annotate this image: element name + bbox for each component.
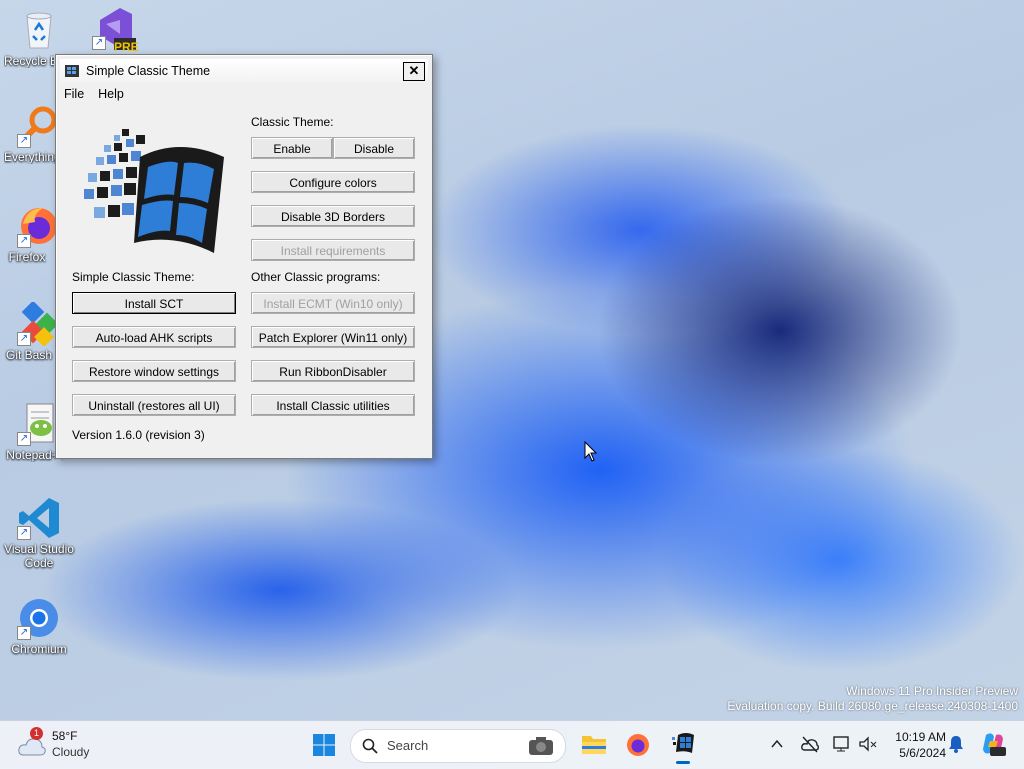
desktop-icon-chromium[interactable]: ↗ Chromium bbox=[4, 596, 74, 656]
evaluation-watermark: Windows 11 Pro Insider Preview Evaluatio… bbox=[727, 684, 1018, 714]
disable-3d-borders-button[interactable]: Disable 3D Borders bbox=[251, 205, 415, 227]
weather-widget[interactable]: 1 58°F Cloudy bbox=[16, 727, 106, 763]
window-client-area: Classic Theme: Enable Disable Configure … bbox=[60, 107, 428, 454]
taskbar-file-explorer[interactable] bbox=[581, 732, 607, 758]
desktop-icon-label: Git Bash bbox=[5, 348, 53, 362]
menu-bar: File Help bbox=[64, 84, 124, 104]
install-classic-utilities-button[interactable]: Install Classic utilities bbox=[251, 394, 415, 416]
desktop-icon-label: Firefox bbox=[8, 250, 46, 264]
watermark-line-2: Evaluation copy. Build 26080.ge_release.… bbox=[727, 699, 1018, 713]
firefox-icon bbox=[627, 734, 649, 756]
windows-logo-image bbox=[74, 117, 234, 257]
search-box[interactable]: Search bbox=[350, 729, 566, 763]
enable-button[interactable]: Enable bbox=[251, 137, 333, 159]
weather-badge: 1 bbox=[30, 727, 43, 740]
active-app-indicator bbox=[676, 761, 690, 764]
weather-desc: Cloudy bbox=[52, 745, 90, 759]
visual-studio-code-icon: ↗ bbox=[17, 496, 61, 540]
uninstall-button[interactable]: Uninstall (restores all UI) bbox=[72, 394, 236, 416]
desktop-icon-label: Recycle Bin bbox=[4, 54, 54, 68]
camera-icon bbox=[529, 737, 553, 755]
windows-flag-icon bbox=[64, 63, 80, 79]
tray-display[interactable] bbox=[832, 735, 852, 755]
clock-time: 10:19 AM bbox=[895, 730, 946, 744]
taskbar: 1 58°F Cloudy Search 10:19 AM 5/6/2024 bbox=[0, 720, 1024, 769]
clock-date: 5/6/2024 bbox=[899, 746, 946, 760]
pre-badge: PRE bbox=[114, 40, 139, 54]
patch-explorer-button[interactable]: Patch Explorer (Win11 only) bbox=[251, 326, 415, 348]
start-button[interactable] bbox=[312, 733, 336, 757]
restore-window-settings-button[interactable]: Restore window settings bbox=[72, 360, 236, 382]
monitor-icon bbox=[833, 736, 849, 752]
other-programs-label: Other Classic programs: bbox=[251, 270, 381, 284]
shortcut-arrow-icon: ↗ bbox=[17, 134, 31, 148]
shortcut-arrow-icon: ↗ bbox=[17, 432, 31, 446]
clock[interactable]: 10:19 AM 5/6/2024 bbox=[884, 727, 946, 763]
show-hidden-icons-button[interactable] bbox=[770, 737, 784, 751]
search-icon bbox=[362, 738, 378, 754]
close-button[interactable]: ✕ bbox=[403, 62, 425, 81]
simple-classic-theme-window: Simple Classic Theme ✕ File Help Classic… bbox=[55, 54, 433, 459]
shortcut-arrow-icon: ↗ bbox=[17, 234, 31, 248]
window-title: Simple Classic Theme bbox=[86, 64, 211, 78]
taskbar-simple-classic-theme[interactable] bbox=[668, 729, 698, 765]
sct-section-label: Simple Classic Theme: bbox=[72, 270, 195, 284]
cloud-offline-icon bbox=[801, 736, 820, 753]
copilot-button[interactable] bbox=[980, 731, 1006, 759]
watermark-line-1: Windows 11 Pro Insider Preview bbox=[846, 684, 1018, 698]
bell-icon bbox=[949, 736, 963, 753]
folder-icon bbox=[582, 736, 606, 754]
shortcut-arrow-icon: ↗ bbox=[17, 332, 31, 346]
shortcut-arrow-icon: ↗ bbox=[17, 626, 31, 640]
install-sct-button[interactable]: Install SCT bbox=[72, 292, 236, 314]
chromium-icon: ↗ bbox=[17, 596, 61, 640]
desktop-icon-label: Visual Studio Code bbox=[4, 542, 74, 570]
search-placeholder: Search bbox=[387, 738, 429, 753]
menu-help[interactable]: Help bbox=[98, 87, 124, 101]
autoload-ahk-button[interactable]: Auto-load AHK scripts bbox=[72, 326, 236, 348]
windows-flag-icon bbox=[672, 733, 694, 753]
recycle-bin-icon bbox=[17, 8, 61, 52]
menu-file[interactable]: File bbox=[64, 87, 84, 101]
install-ecmt-button: Install ECMT (Win10 only) bbox=[251, 292, 415, 314]
run-ribbondisabler-button[interactable]: Run RibbonDisabler bbox=[251, 360, 415, 382]
install-requirements-button: Install requirements bbox=[251, 239, 415, 261]
tray-network[interactable] bbox=[800, 735, 820, 755]
desktop-icon-label: Everything bbox=[4, 150, 56, 164]
notifications-button[interactable] bbox=[948, 735, 966, 755]
configure-colors-button[interactable]: Configure colors bbox=[251, 171, 415, 193]
copilot-icon bbox=[983, 733, 1006, 756]
mouse-cursor-icon bbox=[584, 440, 598, 466]
desktop-icon-vscode[interactable]: ↗ Visual Studio Code bbox=[4, 496, 74, 570]
windows-start-icon bbox=[313, 734, 335, 756]
classic-theme-label: Classic Theme: bbox=[251, 115, 334, 129]
title-bar[interactable]: Simple Classic Theme ✕ bbox=[60, 59, 428, 83]
desktop-icon-label: Chromium bbox=[11, 642, 67, 656]
shortcut-arrow-icon: ↗ bbox=[92, 36, 106, 50]
desktop-icon-pre[interactable]: ↗ PRE bbox=[84, 6, 144, 54]
tray-volume[interactable] bbox=[858, 735, 878, 755]
disable-button[interactable]: Disable bbox=[333, 137, 415, 159]
version-label: Version 1.6.0 (revision 3) bbox=[72, 428, 205, 442]
chevron-up-icon bbox=[771, 739, 783, 748]
speaker-muted-icon bbox=[859, 736, 877, 752]
weather-temp: 58°F bbox=[52, 729, 78, 743]
taskbar-firefox[interactable] bbox=[625, 732, 651, 758]
shortcut-arrow-icon: ↗ bbox=[17, 526, 31, 540]
